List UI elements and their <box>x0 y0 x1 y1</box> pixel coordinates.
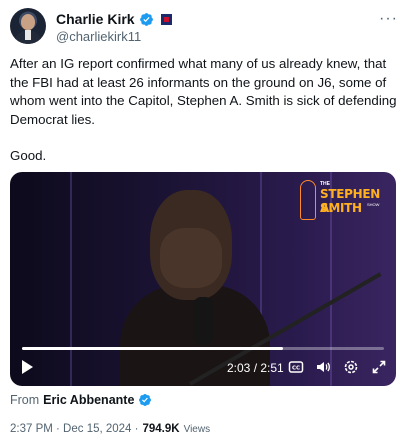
video-progress-bar[interactable] <box>22 347 384 350</box>
flag-icon <box>160 13 172 25</box>
microphone <box>193 297 213 345</box>
video-progress-fill <box>22 347 283 350</box>
tweet-body-2: Good. <box>10 148 47 163</box>
show-logo: THE STEPHEN A. SMITH SHOW <box>298 180 390 222</box>
tweet-body: After an IG report confirmed what many o… <box>10 56 401 127</box>
fullscreen-icon[interactable] <box>371 359 387 375</box>
attribution-name[interactable]: Eric Abbenante <box>43 393 134 407</box>
captions-icon[interactable]: CC <box>288 359 304 375</box>
author-row: Charlie Kirk <box>56 10 172 28</box>
video-controls: 2:03 / 2:51 CC <box>10 356 396 384</box>
video-time: 2:03 / 2:51 <box>227 361 284 375</box>
verified-badge-icon <box>139 12 153 26</box>
attribution: From Eric Abbenante <box>10 393 152 407</box>
author-name[interactable]: Charlie Kirk <box>56 11 135 27</box>
avatar[interactable] <box>10 8 46 44</box>
settings-icon[interactable] <box>343 359 359 375</box>
more-icon[interactable]: ··· <box>379 10 398 28</box>
views-count: 794.9K <box>142 423 180 435</box>
tweet-text: After an IG report confirmed what many o… <box>10 55 402 166</box>
tweet-header: Charlie Kirk @charliekirk11 ··· <box>10 8 402 48</box>
verified-badge-icon <box>139 394 152 406</box>
timestamp[interactable]: 2:37 PM · Dec 15, 2024 · <box>10 423 138 435</box>
video-player[interactable]: THE STEPHEN A. SMITH SHOW 2:03 / 2:51 CC <box>10 172 396 386</box>
volume-icon[interactable] <box>315 359 331 375</box>
views-label: Views <box>183 424 211 435</box>
author-handle[interactable]: @charliekirk11 <box>56 29 141 44</box>
play-icon[interactable] <box>22 360 33 374</box>
svg-text:CC: CC <box>292 366 300 372</box>
attribution-label: From <box>10 393 40 407</box>
tweet-meta: 2:37 PM · Dec 15, 2024 · 794.9K Views <box>10 423 210 435</box>
